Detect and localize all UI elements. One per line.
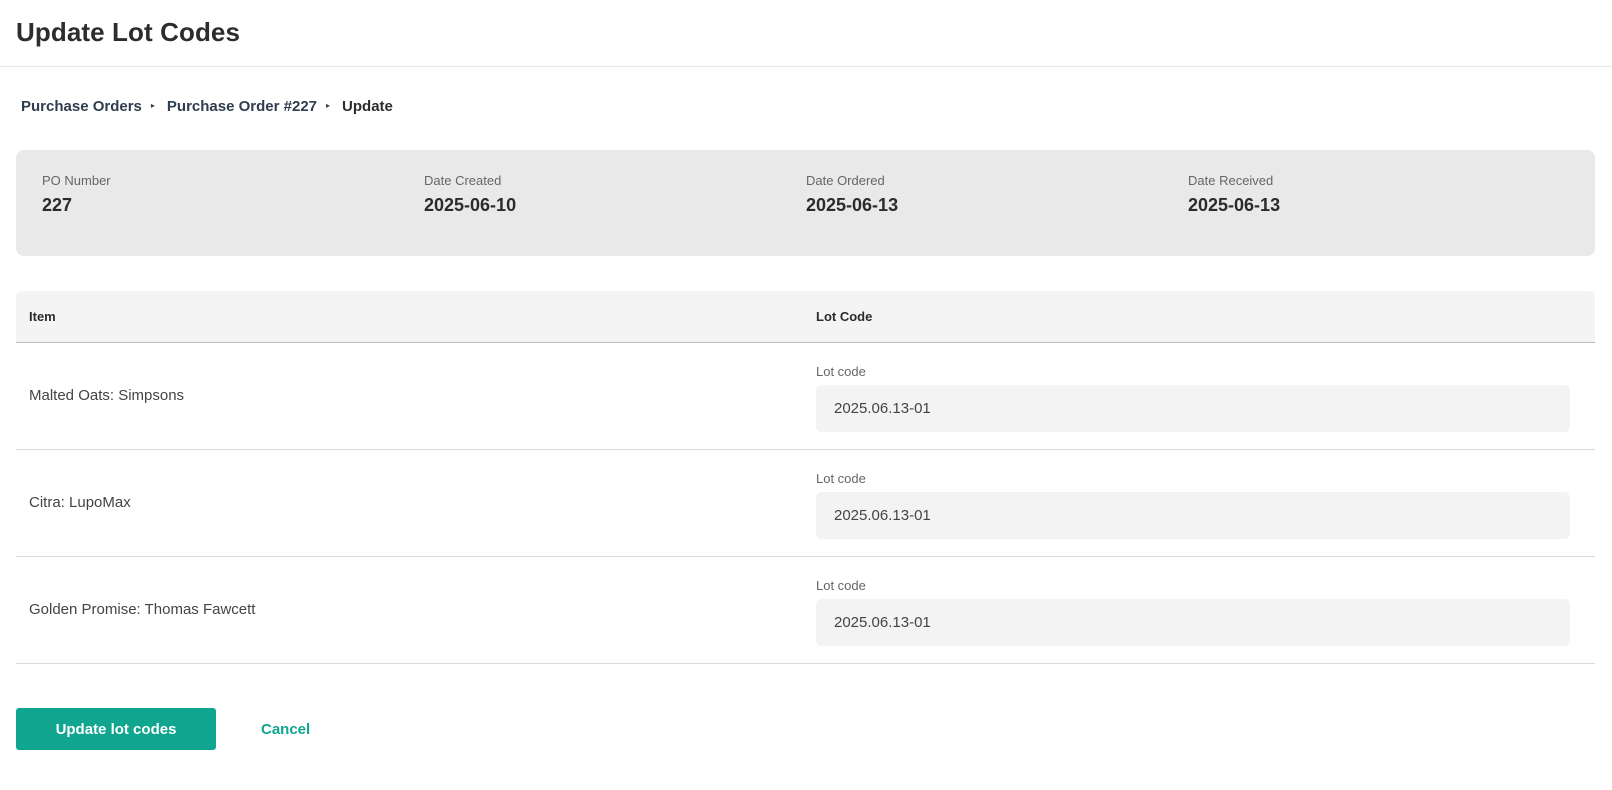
- form-actions: Update lot codes Cancel: [16, 708, 310, 750]
- summary-value: 227: [42, 195, 73, 215]
- item-name: Malted Oats: Simpsons: [29, 387, 185, 404]
- summary-label: Date Received: [1188, 173, 1274, 188]
- breadcrumb-link-purchase-order[interactable]: Purchase Order #227: [167, 98, 317, 115]
- breadcrumb-current: Update: [342, 98, 393, 115]
- update-lot-codes-button[interactable]: Update lot codes: [16, 708, 216, 750]
- lot-code-input[interactable]: [816, 599, 1570, 646]
- summary-label: Date Ordered: [806, 173, 885, 188]
- summary-field-date-ordered: Date Ordered 2025-06-13: [806, 173, 1188, 256]
- summary-label: Date Created: [424, 173, 502, 188]
- lot-code-input[interactable]: [816, 492, 1570, 539]
- table-header: Item Lot Code: [16, 291, 1595, 343]
- breadcrumb: Purchase Orders ▸ Purchase Order #227 ▸ …: [21, 98, 393, 115]
- page-header: Update Lot Codes: [0, 0, 1612, 67]
- table-row: Golden Promise: Thomas Fawcett Lot code: [16, 557, 1595, 664]
- summary-label: PO Number: [42, 173, 111, 188]
- breadcrumb-separator-icon: ▸: [150, 101, 155, 110]
- item-name: Citra: LupoMax: [29, 494, 131, 511]
- table-row: Citra: LupoMax Lot code: [16, 450, 1595, 557]
- page-title: Update Lot Codes: [16, 17, 241, 47]
- column-header-item: Item: [29, 309, 56, 324]
- item-name: Golden Promise: Thomas Fawcett: [29, 601, 256, 618]
- lot-code-label: Lot code: [816, 471, 866, 486]
- summary-value: 2025-06-10: [424, 195, 517, 215]
- lot-code-label: Lot code: [816, 364, 866, 379]
- breadcrumb-link-purchase-orders[interactable]: Purchase Orders: [21, 98, 142, 115]
- summary-field-date-received: Date Received 2025-06-13: [1188, 173, 1570, 256]
- summary-field-date-created: Date Created 2025-06-10: [424, 173, 806, 256]
- table-row: Malted Oats: Simpsons Lot code: [16, 343, 1595, 450]
- lot-code-label: Lot code: [816, 578, 866, 593]
- po-summary-panel: PO Number 227 Date Created 2025-06-10 Da…: [16, 150, 1595, 256]
- summary-value: 2025-06-13: [806, 195, 899, 215]
- breadcrumb-separator-icon: ▸: [326, 101, 331, 110]
- lot-code-input[interactable]: [816, 385, 1570, 432]
- cancel-link[interactable]: Cancel: [261, 721, 310, 738]
- column-header-lot-code: Lot Code: [816, 309, 873, 324]
- summary-value: 2025-06-13: [1188, 195, 1281, 215]
- lot-codes-table: Item Lot Code Malted Oats: Simpsons Lot …: [16, 291, 1595, 664]
- summary-field-po-number: PO Number 227: [42, 173, 424, 256]
